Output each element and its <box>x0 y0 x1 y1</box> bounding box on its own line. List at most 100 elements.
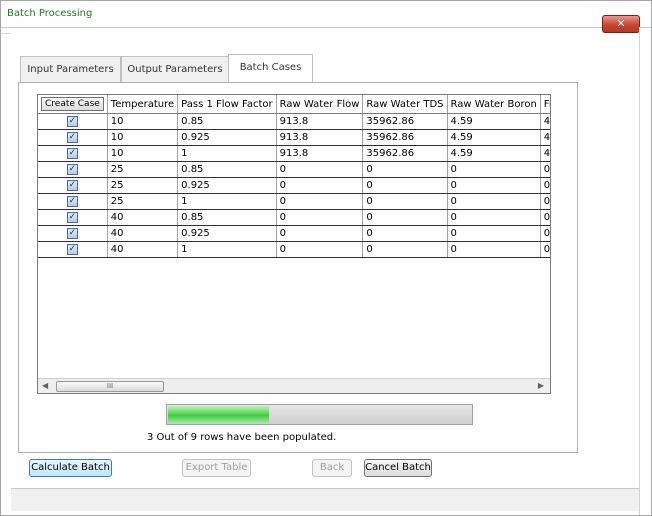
row-select-cell: ✓ <box>38 225 108 242</box>
scroll-thumb[interactable]: III <box>56 381 164 392</box>
cell-pass1-flow-factor[interactable]: 0.925 <box>177 225 277 242</box>
batch-progress-bar <box>166 404 473 425</box>
calculate-batch-button[interactable]: Calculate Batch <box>29 459 112 477</box>
cell-raw-water-tds[interactable]: 0 <box>362 177 448 194</box>
table-row[interactable]: ✓ 40 0.85 0 0 0 0 <box>38 209 550 226</box>
export-table-button[interactable]: Export Table <box>182 459 251 477</box>
table-row[interactable]: ✓ 40 0.925 0 0 0 0 <box>38 225 550 242</box>
cell-pass1-flow-factor[interactable]: 0.85 <box>177 161 277 178</box>
column-header-pass1-flow-factor[interactable]: Pass 1 Flow Factor <box>177 95 277 114</box>
cell-temperature[interactable]: 40 <box>107 241 179 258</box>
cell-raw-water-tds[interactable]: 35962.86 <box>362 145 448 162</box>
row-checkbox[interactable]: ✓ <box>66 243 78 255</box>
cell-raw-water-tds[interactable]: 0 <box>362 209 448 226</box>
row-checkbox[interactable]: ✓ <box>66 179 78 191</box>
cell-raw-water-tds[interactable]: 0 <box>362 193 448 210</box>
cell-temperature[interactable]: 10 <box>107 113 179 130</box>
cell-final-boron[interactable]: 402.07 <box>540 113 550 130</box>
tab-output-parameters[interactable]: Output Parameters <box>121 56 229 83</box>
cell-raw-water-flow[interactable]: 0 <box>276 241 364 258</box>
cell-raw-water-flow[interactable]: 0 <box>276 193 364 210</box>
cell-final-boron[interactable]: 402.07 <box>540 145 550 162</box>
cell-raw-water-boron[interactable]: 0 <box>447 193 541 210</box>
cell-final-boron[interactable]: 402.07 <box>540 129 550 146</box>
table-row[interactable]: ✓ 25 1 0 0 0 0 <box>38 193 550 210</box>
cell-raw-water-boron[interactable]: 4.59 <box>447 145 541 162</box>
create-case-button[interactable]: Create Case <box>41 97 104 111</box>
cell-pass1-flow-factor[interactable]: 1 <box>177 241 277 258</box>
cases-table: Create Case Temperature Pass 1 Flow Fact… <box>38 95 550 258</box>
table-row[interactable]: ✓ 40 1 0 0 0 0 <box>38 241 550 258</box>
cell-pass1-flow-factor[interactable]: 0.85 <box>177 113 277 130</box>
cell-raw-water-flow[interactable]: 913.8 <box>276 145 364 162</box>
cell-temperature[interactable]: 10 <box>107 129 179 146</box>
row-checkbox[interactable]: ✓ <box>66 227 78 239</box>
cell-temperature[interactable]: 25 <box>107 193 179 210</box>
cell-pass1-flow-factor[interactable]: 1 <box>177 193 277 210</box>
back-button[interactable]: Back <box>312 459 352 477</box>
cell-raw-water-tds[interactable]: 35962.86 <box>362 129 448 146</box>
cell-raw-water-tds[interactable]: 0 <box>362 225 448 242</box>
table-row[interactable]: ✓ 100.85913.835962.864.59402.07 <box>38 113 550 130</box>
cell-raw-water-flow[interactable]: 913.8 <box>276 129 364 146</box>
cell-final-boron[interactable]: 0 <box>540 177 550 194</box>
row-checkbox[interactable]: ✓ <box>66 147 78 159</box>
cell-final-boron[interactable]: 0 <box>540 193 550 210</box>
cell-raw-water-boron[interactable]: 0 <box>447 161 541 178</box>
right-divider <box>639 27 640 515</box>
row-checkbox[interactable]: ✓ <box>66 195 78 207</box>
cell-temperature[interactable]: 40 <box>107 225 179 242</box>
row-checkbox[interactable]: ✓ <box>66 211 78 223</box>
cell-final-boron[interactable]: 0 <box>540 209 550 226</box>
row-checkbox[interactable]: ✓ <box>66 131 78 143</box>
cell-raw-water-flow[interactable]: 0 <box>276 161 364 178</box>
cell-raw-water-flow[interactable]: 0 <box>276 209 364 226</box>
cell-raw-water-boron[interactable]: 4.59 <box>447 129 541 146</box>
cell-pass1-flow-factor[interactable]: 0.925 <box>177 177 277 194</box>
tab-batch-cases[interactable]: Batch Cases <box>228 54 313 82</box>
cell-final-boron[interactable]: 0 <box>540 161 550 178</box>
tab-input-parameters[interactable]: Input Parameters <box>20 56 121 83</box>
scroll-left-icon[interactable]: ◀ <box>42 381 48 390</box>
row-checkbox[interactable]: ✓ <box>66 163 78 175</box>
cell-temperature[interactable]: 40 <box>107 209 179 226</box>
batch-cases-grid[interactable]: Create Case Temperature Pass 1 Flow Fact… <box>37 94 551 394</box>
cell-temperature[interactable]: 25 <box>107 161 179 178</box>
cell-raw-water-tds[interactable]: 35962.86 <box>362 113 448 130</box>
cell-raw-water-flow[interactable]: 0 <box>276 225 364 242</box>
cancel-batch-button[interactable]: Cancel Batch <box>364 459 432 477</box>
cell-temperature[interactable]: 25 <box>107 177 179 194</box>
scroll-right-icon[interactable]: ▶ <box>538 381 544 390</box>
cell-temperature[interactable]: 10 <box>107 145 179 162</box>
column-header-final-boron[interactable]: Final B <box>540 95 550 114</box>
tab-label: Output Parameters <box>127 64 223 75</box>
cell-raw-water-boron[interactable]: 0 <box>447 225 541 242</box>
cell-pass1-flow-factor[interactable]: 1 <box>177 145 277 162</box>
cases-table-body: ✓100.85913.835962.864.59402.07✓100.92591… <box>38 113 550 258</box>
cell-raw-water-flow[interactable]: 913.8 <box>276 113 364 130</box>
row-checkbox[interactable]: ✓ <box>66 115 78 127</box>
close-button[interactable]: ✕ <box>602 15 640 33</box>
horizontal-scrollbar[interactable]: ◀ III ▶ <box>38 378 550 393</box>
column-header-temperature[interactable]: Temperature <box>107 95 179 114</box>
table-row[interactable]: ✓ 25 0.925 0 0 0 0 <box>38 177 550 194</box>
cell-raw-water-tds[interactable]: 0 <box>362 241 448 258</box>
column-header-raw-water-boron[interactable]: Raw Water Boron <box>447 95 541 114</box>
column-header-raw-water-tds[interactable]: Raw Water TDS <box>362 95 448 114</box>
cell-raw-water-tds[interactable]: 0 <box>362 161 448 178</box>
column-header-raw-water-flow[interactable]: Raw Water Flow <box>276 95 364 114</box>
cell-raw-water-boron[interactable]: 0 <box>447 241 541 258</box>
cell-pass1-flow-factor[interactable]: 0.85 <box>177 209 277 226</box>
table-row[interactable]: ✓ 100.925913.835962.864.59402.07 <box>38 129 550 146</box>
row-select-cell: ✓ <box>38 209 108 226</box>
tab-label: Input Parameters <box>27 64 114 75</box>
cell-pass1-flow-factor[interactable]: 0.925 <box>177 129 277 146</box>
cell-final-boron[interactable]: 0 <box>540 241 550 258</box>
cell-raw-water-flow[interactable]: 0 <box>276 177 364 194</box>
table-row[interactable]: ✓ 25 0.85 0 0 0 0 <box>38 161 550 178</box>
cell-raw-water-boron[interactable]: 4.59 <box>447 113 541 130</box>
table-row[interactable]: ✓ 101913.835962.864.59402.07 <box>38 145 550 162</box>
cell-raw-water-boron[interactable]: 0 <box>447 177 541 194</box>
cell-final-boron[interactable]: 0 <box>540 225 550 242</box>
cell-raw-water-boron[interactable]: 0 <box>447 209 541 226</box>
